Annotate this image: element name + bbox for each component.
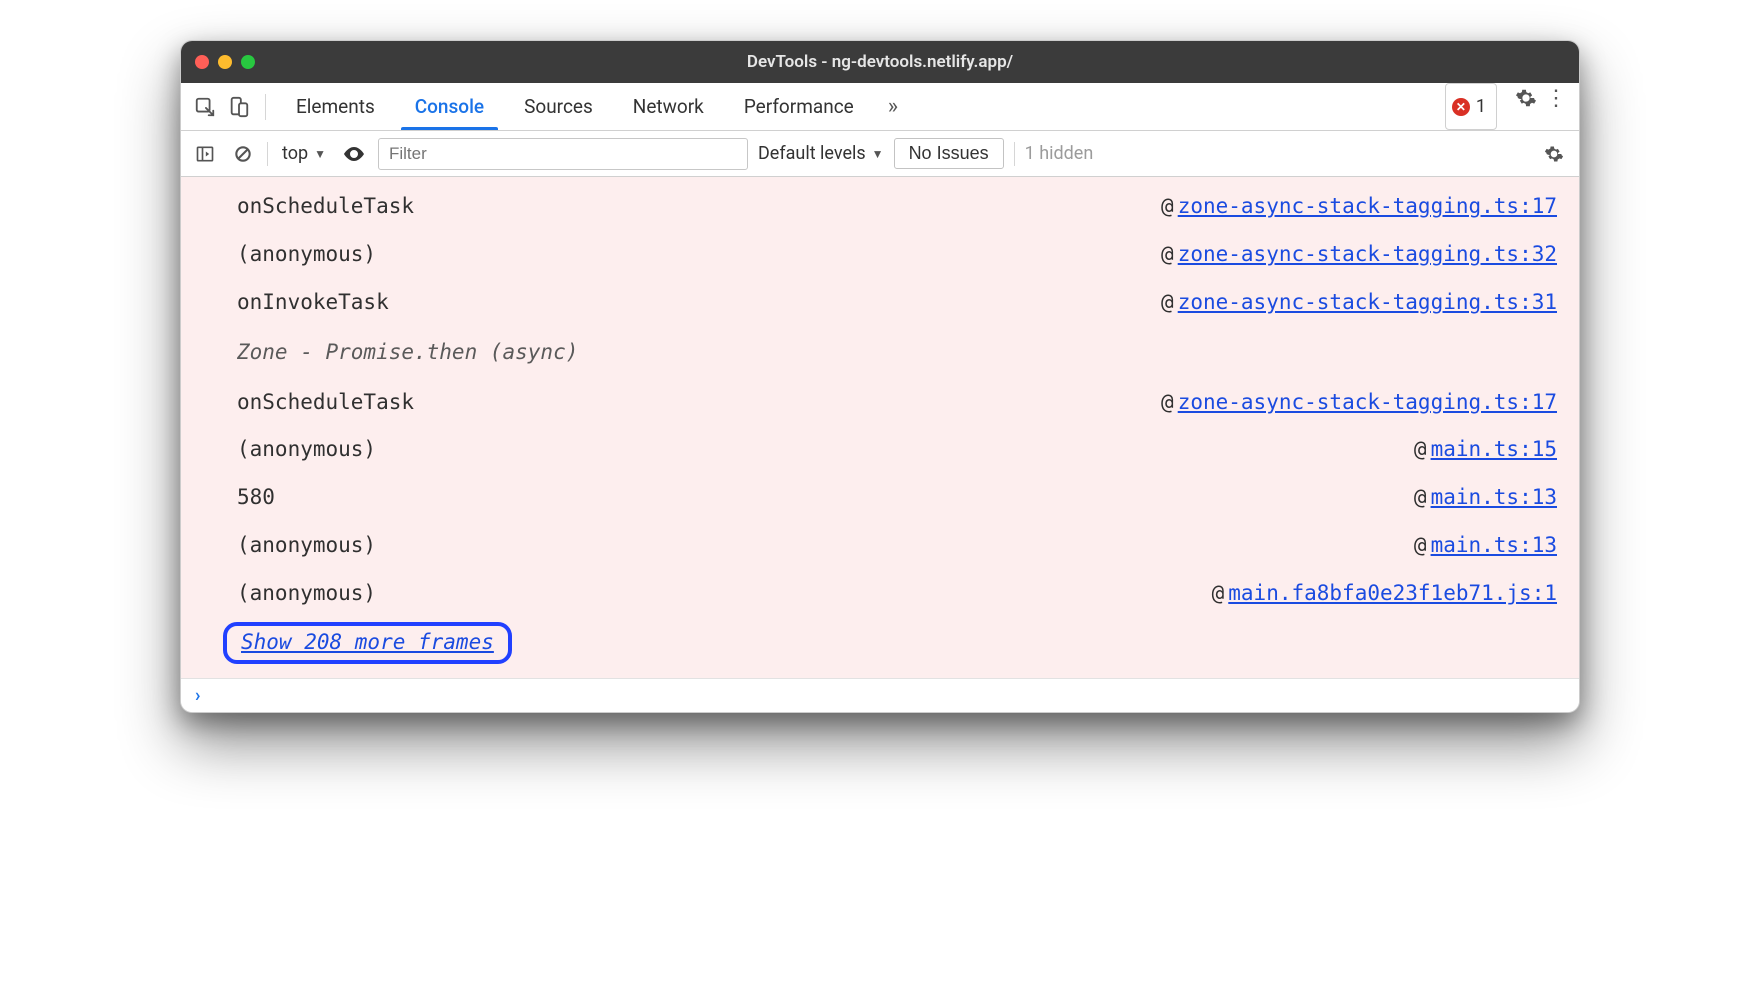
stack-frame: onInvokeTask @ zone-async-stack-tagging.… xyxy=(181,279,1579,327)
at-symbol: @ xyxy=(1212,574,1229,614)
at-symbol: @ xyxy=(1161,383,1178,423)
devtools-window: DevTools - ng-devtools.netlify.app/ Elem… xyxy=(180,40,1580,713)
stack-frame-source-link[interactable]: main.ts:13 xyxy=(1431,526,1557,566)
tab-sources[interactable]: Sources xyxy=(504,83,613,130)
maximize-window-button[interactable] xyxy=(241,55,255,69)
tab-label: Network xyxy=(633,95,704,118)
inspect-element-icon[interactable] xyxy=(191,93,219,121)
console-prompt[interactable]: › xyxy=(181,678,1579,712)
prompt-caret-icon: › xyxy=(195,685,200,706)
window-title: DevTools - ng-devtools.netlify.app/ xyxy=(181,52,1579,72)
stack-frame-fn: onScheduleTask xyxy=(237,187,1161,227)
live-expression-icon[interactable] xyxy=(340,140,368,168)
titlebar: DevTools - ng-devtools.netlify.app/ xyxy=(181,41,1579,83)
async-boundary-label: Zone - Promise.then (async) xyxy=(181,327,1579,379)
at-symbol: @ xyxy=(1161,187,1178,227)
divider xyxy=(1014,142,1015,166)
stack-frame-fn: onInvokeTask xyxy=(237,283,1161,323)
tab-label: Console xyxy=(415,95,484,118)
settings-gear-icon[interactable] xyxy=(1511,83,1541,113)
minimize-window-button[interactable] xyxy=(218,55,232,69)
show-more-frames-link[interactable]: Show 208 more frames xyxy=(223,622,512,664)
tab-label: Elements xyxy=(296,95,375,118)
stack-frame-source-link[interactable]: main.fa8bfa0e23f1eb71.js:1 xyxy=(1228,574,1557,614)
chevron-down-icon: ▼ xyxy=(314,147,326,161)
at-symbol: @ xyxy=(1414,430,1431,470)
issues-button[interactable]: No Issues xyxy=(894,138,1004,169)
error-count-badge[interactable]: ✕ 1 xyxy=(1445,83,1497,130)
stack-frame: onScheduleTask @ zone-async-stack-taggin… xyxy=(181,183,1579,231)
stack-frame: (anonymous) @ main.ts:13 xyxy=(181,522,1579,570)
log-levels-selector[interactable]: Default levels ▼ xyxy=(758,143,884,164)
stack-frame: (anonymous) @ main.fa8bfa0e23f1eb71.js:1 xyxy=(181,570,1579,618)
device-toolbar-icon[interactable] xyxy=(225,93,253,121)
execution-context-selector[interactable]: top ▼ xyxy=(278,143,330,164)
at-symbol: @ xyxy=(1414,526,1431,566)
more-menu-icon[interactable]: ⋮ xyxy=(1541,83,1571,113)
stack-frame-source-link[interactable]: zone-async-stack-tagging.ts:32 xyxy=(1178,235,1557,275)
stack-frame-fn: 580 xyxy=(237,478,1414,518)
console-toolbar: top ▼ Default levels ▼ No Issues 1 hidde… xyxy=(181,131,1579,177)
stack-frame-source-link[interactable]: main.ts:15 xyxy=(1431,430,1557,470)
toggle-sidebar-icon[interactable] xyxy=(191,140,219,168)
error-count: 1 xyxy=(1476,96,1486,117)
tab-network[interactable]: Network xyxy=(613,83,724,130)
stack-frame-fn: (anonymous) xyxy=(237,430,1414,470)
tab-label: Sources xyxy=(524,95,593,118)
chevron-down-icon: ▼ xyxy=(872,147,884,161)
stack-frame-source-link[interactable]: zone-async-stack-tagging.ts:31 xyxy=(1178,283,1557,323)
tab-label: Performance xyxy=(744,95,854,118)
tab-elements[interactable]: Elements xyxy=(276,83,395,130)
tab-console[interactable]: Console xyxy=(395,83,504,130)
divider xyxy=(267,142,268,166)
stack-frame: (anonymous) @ main.ts:15 xyxy=(181,426,1579,474)
stack-frame: 580 @ main.ts:13 xyxy=(181,474,1579,522)
error-icon: ✕ xyxy=(1452,98,1470,116)
hidden-count-label: 1 hidden xyxy=(1025,143,1094,164)
stack-frame-source-link[interactable]: zone-async-stack-tagging.ts:17 xyxy=(1178,383,1557,423)
stack-frame-source-link[interactable]: zone-async-stack-tagging.ts:17 xyxy=(1178,187,1557,227)
clear-console-icon[interactable] xyxy=(229,140,257,168)
console-settings-gear-icon[interactable] xyxy=(1539,139,1569,169)
stack-frame-fn: onScheduleTask xyxy=(237,383,1161,423)
at-symbol: @ xyxy=(1414,478,1431,518)
stack-frame-fn: (anonymous) xyxy=(237,235,1161,275)
filter-input[interactable] xyxy=(378,138,748,170)
divider xyxy=(265,94,266,120)
close-window-button[interactable] xyxy=(195,55,209,69)
console-output: onScheduleTask @ zone-async-stack-taggin… xyxy=(181,177,1579,678)
at-symbol: @ xyxy=(1161,235,1178,275)
tab-performance[interactable]: Performance xyxy=(724,83,874,130)
stack-frame-fn: (anonymous) xyxy=(237,526,1414,566)
stack-frame: onScheduleTask @ zone-async-stack-taggin… xyxy=(181,379,1579,427)
stack-frame-fn: (anonymous) xyxy=(237,574,1212,614)
at-symbol: @ xyxy=(1161,283,1178,323)
context-label: top xyxy=(282,143,308,164)
tabs-overflow-button[interactable]: » xyxy=(874,83,912,130)
stack-frame-source-link[interactable]: main.ts:13 xyxy=(1431,478,1557,518)
levels-label: Default levels xyxy=(758,143,866,164)
stack-frame: (anonymous) @ zone-async-stack-tagging.t… xyxy=(181,231,1579,279)
main-tabs-row: Elements Console Sources Network Perform… xyxy=(181,83,1579,131)
traffic-lights xyxy=(195,55,255,69)
